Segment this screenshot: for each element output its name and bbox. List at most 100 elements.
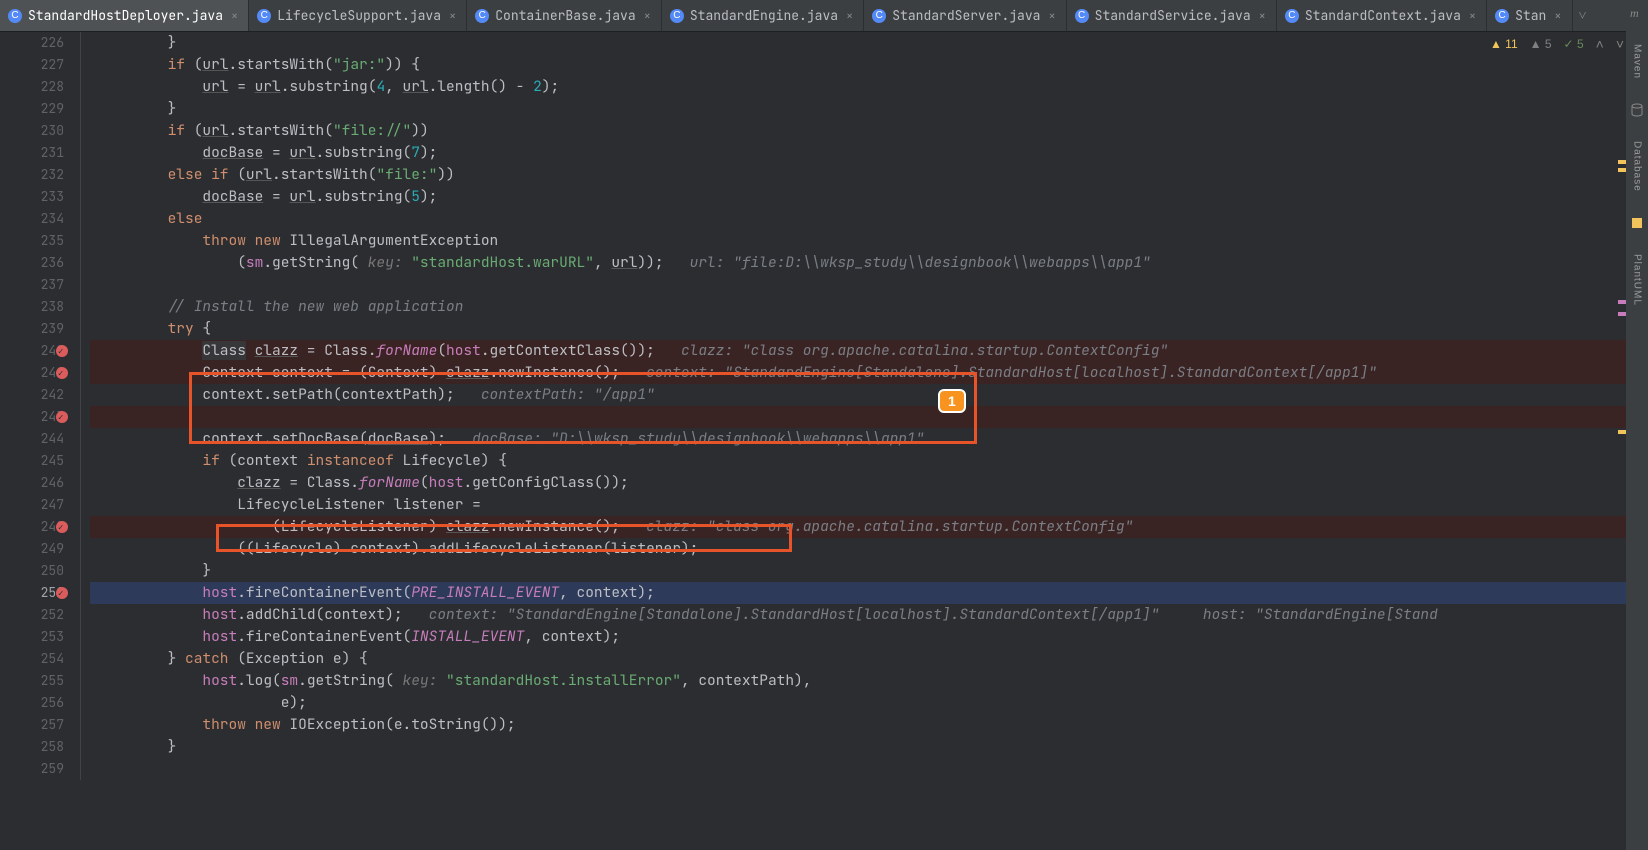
line-number[interactable]: 247: [0, 494, 74, 516]
code-line[interactable]: else: [90, 208, 1648, 230]
fold-marker[interactable]: [74, 648, 90, 670]
tool-plantuml[interactable]: PlantUML: [1632, 254, 1643, 306]
code-line[interactable]: Context context = (Context) clazz.newIns…: [90, 362, 1648, 384]
tabs-overflow-icon[interactable]: ˅: [1573, 0, 1593, 31]
fold-marker[interactable]: [74, 54, 90, 76]
code-line[interactable]: if (url.startsWith("file://")): [90, 120, 1648, 142]
fold-marker[interactable]: [74, 164, 90, 186]
line-number[interactable]: 241: [0, 362, 74, 384]
code-line[interactable]: host.log(sm.getString( key: "standardHos…: [90, 670, 1648, 692]
fold-marker[interactable]: [74, 186, 90, 208]
line-number[interactable]: 253: [0, 626, 74, 648]
error-stripe[interactable]: [1618, 430, 1626, 434]
fold-marker[interactable]: [74, 296, 90, 318]
fold-marker[interactable]: [74, 98, 90, 120]
fold-marker[interactable]: [74, 428, 90, 450]
code-line[interactable]: ((Lifecycle) context).addLifecycleListen…: [90, 538, 1648, 560]
fold-marker[interactable]: [74, 208, 90, 230]
fold-marker[interactable]: [74, 472, 90, 494]
code-line[interactable]: docBase = url.substring(7);: [90, 142, 1648, 164]
fold-marker[interactable]: [74, 318, 90, 340]
database-icon[interactable]: [1630, 103, 1644, 117]
close-tab-icon[interactable]: ×: [449, 8, 456, 24]
close-tab-icon[interactable]: ×: [846, 8, 853, 24]
code-line[interactable]: e);: [90, 692, 1648, 714]
line-number[interactable]: 249: [0, 538, 74, 560]
code-line[interactable]: if (context instanceof Lifecycle) {: [90, 450, 1648, 472]
fold-marker[interactable]: [74, 692, 90, 714]
fold-marker[interactable]: [74, 494, 90, 516]
fold-marker[interactable]: [74, 604, 90, 626]
line-number[interactable]: 257: [0, 714, 74, 736]
fold-marker[interactable]: [74, 76, 90, 98]
code-line[interactable]: (sm.getString( key: "standardHost.warURL…: [90, 252, 1648, 274]
code-line[interactable]: }: [90, 736, 1648, 758]
line-number[interactable]: 230: [0, 120, 74, 142]
line-number[interactable]: 255: [0, 670, 74, 692]
line-number[interactable]: 242: [0, 384, 74, 406]
line-number[interactable]: 228: [0, 76, 74, 98]
code-line[interactable]: host.addChild(context); context: "Standa…: [90, 604, 1648, 626]
fold-marker[interactable]: [74, 670, 90, 692]
code-line[interactable]: context.setDocBase(docBase); docBase: "D…: [90, 428, 1648, 450]
line-number[interactable]: 226: [0, 32, 74, 54]
line-number[interactable]: 248: [0, 516, 74, 538]
line-number[interactable]: 244: [0, 428, 74, 450]
code-line[interactable]: else if (url.startsWith("file:")): [90, 164, 1648, 186]
fold-marker[interactable]: [74, 516, 90, 538]
fold-marker[interactable]: [74, 736, 90, 758]
code-line[interactable]: [90, 274, 1648, 296]
code-line[interactable]: if (url.startsWith("jar:")) {: [90, 54, 1648, 76]
code-line[interactable]: try {: [90, 318, 1648, 340]
fold-marker[interactable]: [74, 582, 90, 604]
file-tab[interactable]: CContainerBase.java×: [467, 0, 662, 31]
fold-marker[interactable]: [74, 560, 90, 582]
fold-marker[interactable]: [74, 252, 90, 274]
tool-database[interactable]: Database: [1632, 141, 1643, 192]
line-number[interactable]: 236: [0, 252, 74, 274]
file-tab[interactable]: CStan×: [1487, 0, 1572, 31]
line-number[interactable]: 243: [0, 406, 74, 428]
line-number[interactable]: 229: [0, 98, 74, 120]
fold-marker[interactable]: [74, 406, 90, 428]
file-tab[interactable]: CStandardService.java×: [1067, 0, 1277, 31]
code-line[interactable]: throw new IOException(e.toString());: [90, 714, 1648, 736]
line-number[interactable]: 239: [0, 318, 74, 340]
code-line[interactable]: }: [90, 32, 1648, 54]
fold-marker[interactable]: [74, 340, 90, 362]
line-number[interactable]: 258: [0, 736, 74, 758]
close-tab-icon[interactable]: ×: [1048, 8, 1055, 24]
line-number[interactable]: 233: [0, 186, 74, 208]
line-number[interactable]: 235: [0, 230, 74, 252]
code-line[interactable]: (LifecycleListener) clazz.newInstance();…: [90, 516, 1648, 538]
fold-marker[interactable]: [74, 120, 90, 142]
code-line[interactable]: url = url.substring(4, url.length() - 2)…: [90, 76, 1648, 98]
code-line[interactable]: }: [90, 560, 1648, 582]
fold-marker[interactable]: [74, 142, 90, 164]
next-highlight-icon[interactable]: ˅: [1616, 36, 1624, 52]
maven-icon[interactable]: m: [1630, 6, 1644, 20]
fold-marker[interactable]: [74, 626, 90, 648]
line-number[interactable]: 254: [0, 648, 74, 670]
code-line[interactable]: LifecycleListener listener =: [90, 494, 1648, 516]
prev-highlight-icon[interactable]: ˄: [1596, 36, 1604, 52]
line-number[interactable]: 250: [0, 560, 74, 582]
line-number[interactable]: 234: [0, 208, 74, 230]
code-area[interactable]: } if (url.startsWith("jar:")) { url = ur…: [90, 32, 1648, 850]
line-number[interactable]: 238: [0, 296, 74, 318]
fold-marker[interactable]: [74, 538, 90, 560]
error-stripe[interactable]: [1618, 168, 1626, 172]
inspection-summary[interactable]: ▲ 11 ▲ 5 ✓ 5 ˄ ˅: [1490, 36, 1624, 52]
code-line[interactable]: docBase = url.substring(5);: [90, 186, 1648, 208]
close-tab-icon[interactable]: ×: [1259, 8, 1266, 24]
plantuml-icon[interactable]: [1630, 216, 1644, 230]
close-tab-icon[interactable]: ×: [1469, 8, 1476, 24]
close-tab-icon[interactable]: ×: [231, 8, 238, 24]
close-tab-icon[interactable]: ×: [644, 8, 651, 24]
file-tab[interactable]: CStandardServer.java×: [864, 0, 1066, 31]
error-stripe[interactable]: [1618, 300, 1626, 304]
line-number[interactable]: 251: [0, 582, 74, 604]
line-number[interactable]: 259: [0, 758, 74, 780]
tool-maven[interactable]: Maven: [1632, 44, 1643, 79]
file-tab[interactable]: CStandardHostDeployer.java×: [0, 0, 249, 31]
